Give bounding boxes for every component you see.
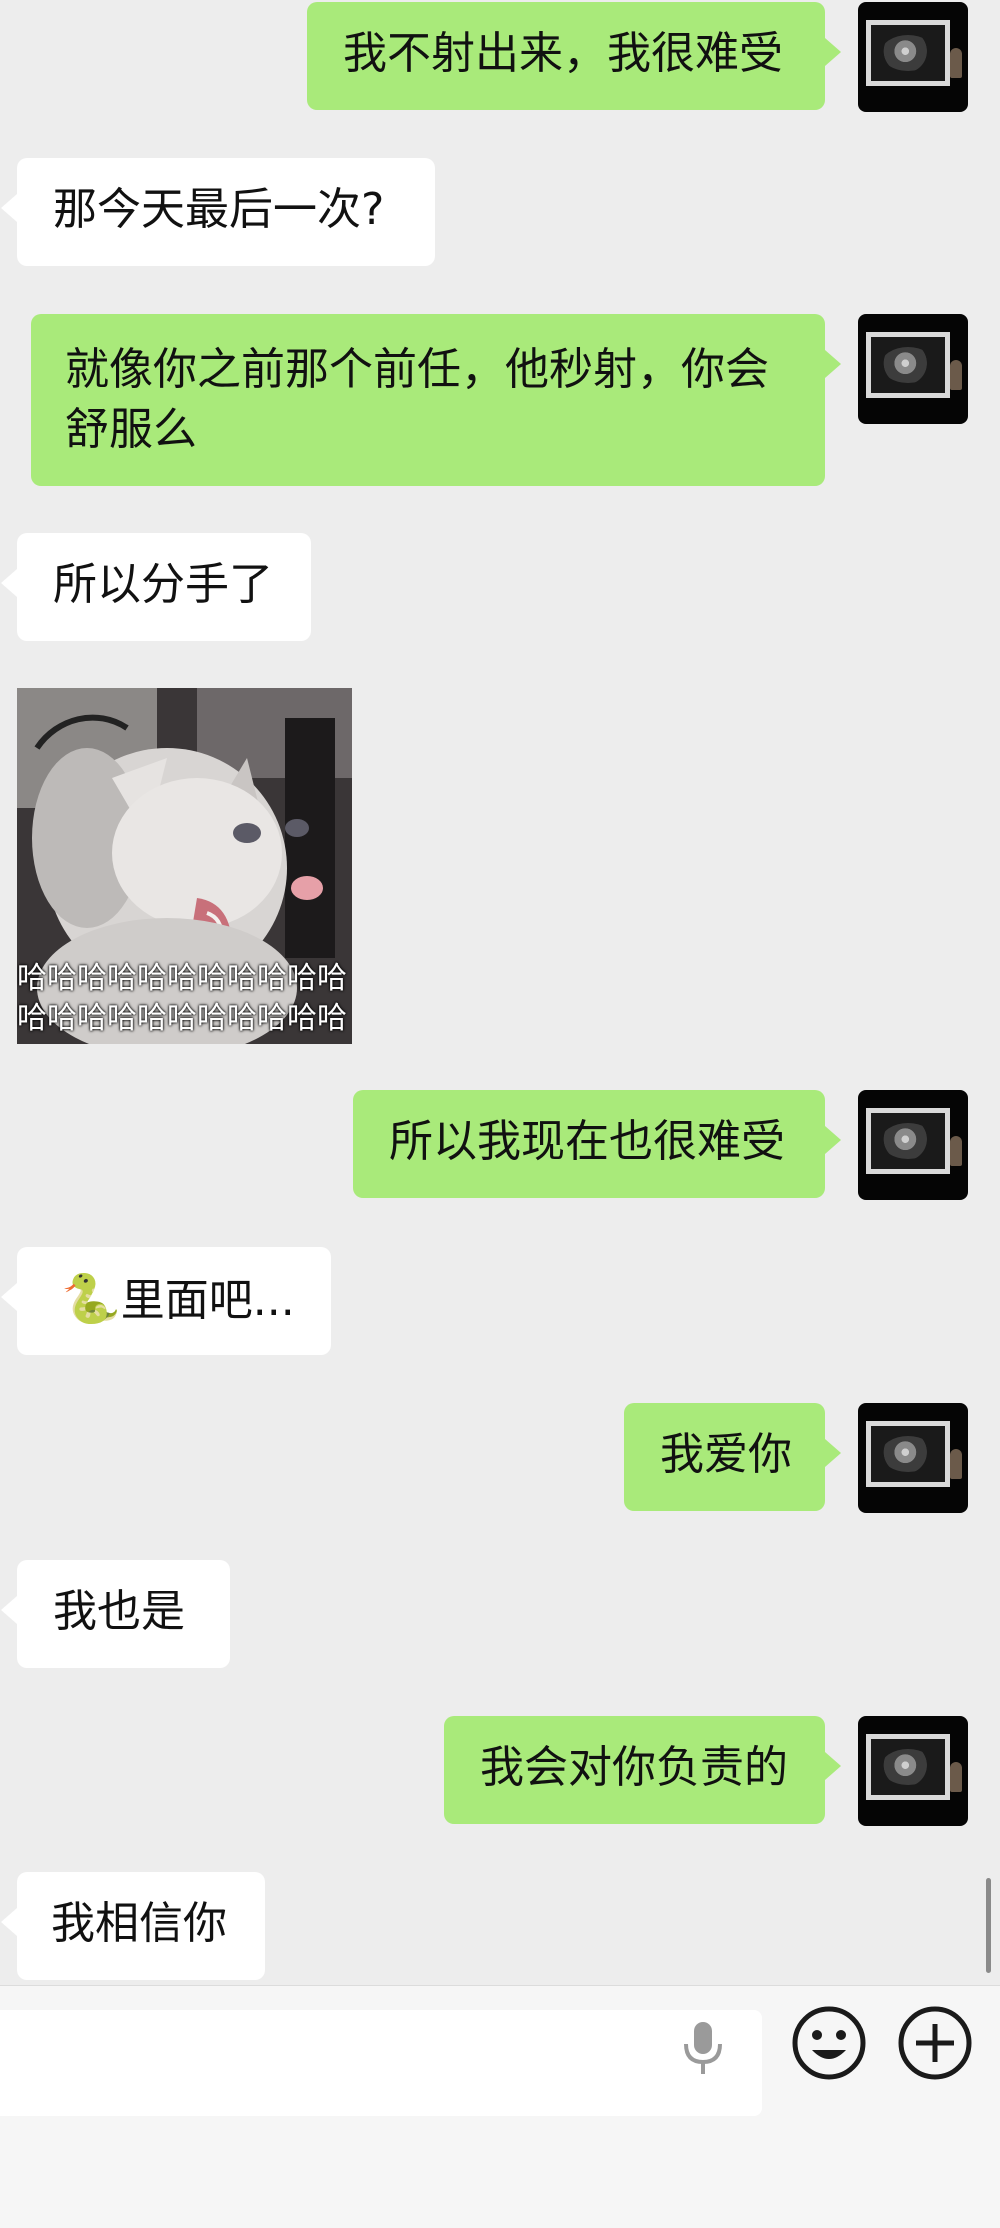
sticker-caption: 哈哈哈哈哈哈哈哈哈哈哈: [17, 1001, 347, 1036]
message-bubble[interactable]: 我相信你: [1, 1872, 265, 1980]
message-input[interactable]: [0, 2010, 762, 2116]
message-bubble[interactable]: 我爱你: [624, 1403, 841, 1511]
avatar[interactable]: [858, 1090, 968, 1200]
message-bubble[interactable]: 所以我现在也很难受: [353, 1090, 841, 1198]
input-bar: [0, 1985, 1000, 2228]
chat-history: 我不射出来，我很难受 那今天最后一次? 就像你之前那个前任，他秒射，你会舒服么 …: [0, 0, 1000, 1985]
avatar[interactable]: [858, 1403, 968, 1513]
plus-icon[interactable]: [896, 2004, 974, 2082]
message-bubble[interactable]: 🐍里面吧...: [1, 1247, 331, 1355]
message-bubble[interactable]: 我不射出来，我很难受: [307, 2, 841, 110]
message-bubble[interactable]: 所以分手了: [1, 533, 311, 641]
message-bubble[interactable]: 我也是: [1, 1560, 230, 1668]
avatar[interactable]: [858, 2, 968, 112]
avatar[interactable]: [858, 1716, 968, 1826]
scrollbar[interactable]: [986, 1878, 991, 1973]
emoji-icon[interactable]: [790, 2004, 868, 2082]
snake-emoji: 🐍: [61, 1271, 121, 1327]
avatar[interactable]: [858, 314, 968, 424]
message-text: 里面吧...: [120, 1275, 295, 1326]
message-bubble[interactable]: 那今天最后一次?: [1, 158, 435, 266]
message-bubble[interactable]: 就像你之前那个前任，他秒射，你会舒服么: [31, 314, 841, 486]
cat-sticker[interactable]: 哈哈哈哈哈哈哈哈哈哈哈 哈哈哈哈哈哈哈哈哈哈哈: [17, 688, 352, 1044]
message-bubble[interactable]: 我会对你负责的: [444, 1716, 841, 1824]
mic-icon[interactable]: [680, 2016, 726, 2082]
sticker-caption: 哈哈哈哈哈哈哈哈哈哈哈: [17, 961, 347, 996]
